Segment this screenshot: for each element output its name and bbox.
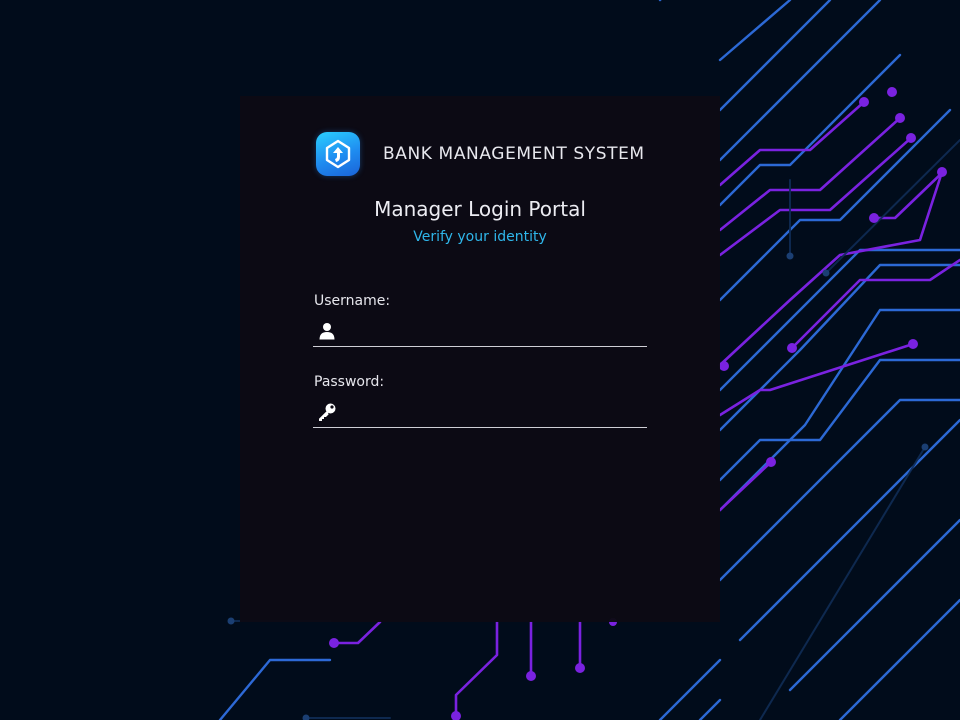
app-name: BANK MANAGEMENT SYSTEM [383,144,645,164]
password-label: Password: [314,374,385,390]
password-input[interactable] [345,398,647,426]
username-label: Username: [314,293,391,309]
password-field[interactable] [313,397,647,428]
key-icon [317,402,337,422]
login-card: BANK MANAGEMENT SYSTEM Manager Login Por… [240,96,720,622]
user-icon [317,321,337,341]
arrow-up-badge-icon [316,132,360,176]
login-screen: BANK MANAGEMENT SYSTEM Manager Login Por… [0,0,960,720]
brand-header: BANK MANAGEMENT SYSTEM [316,132,645,176]
username-input[interactable] [345,317,647,345]
page-subtitle: Verify your identity [413,229,547,245]
username-field[interactable] [313,316,647,347]
page-title: Manager Login Portal [374,197,586,221]
